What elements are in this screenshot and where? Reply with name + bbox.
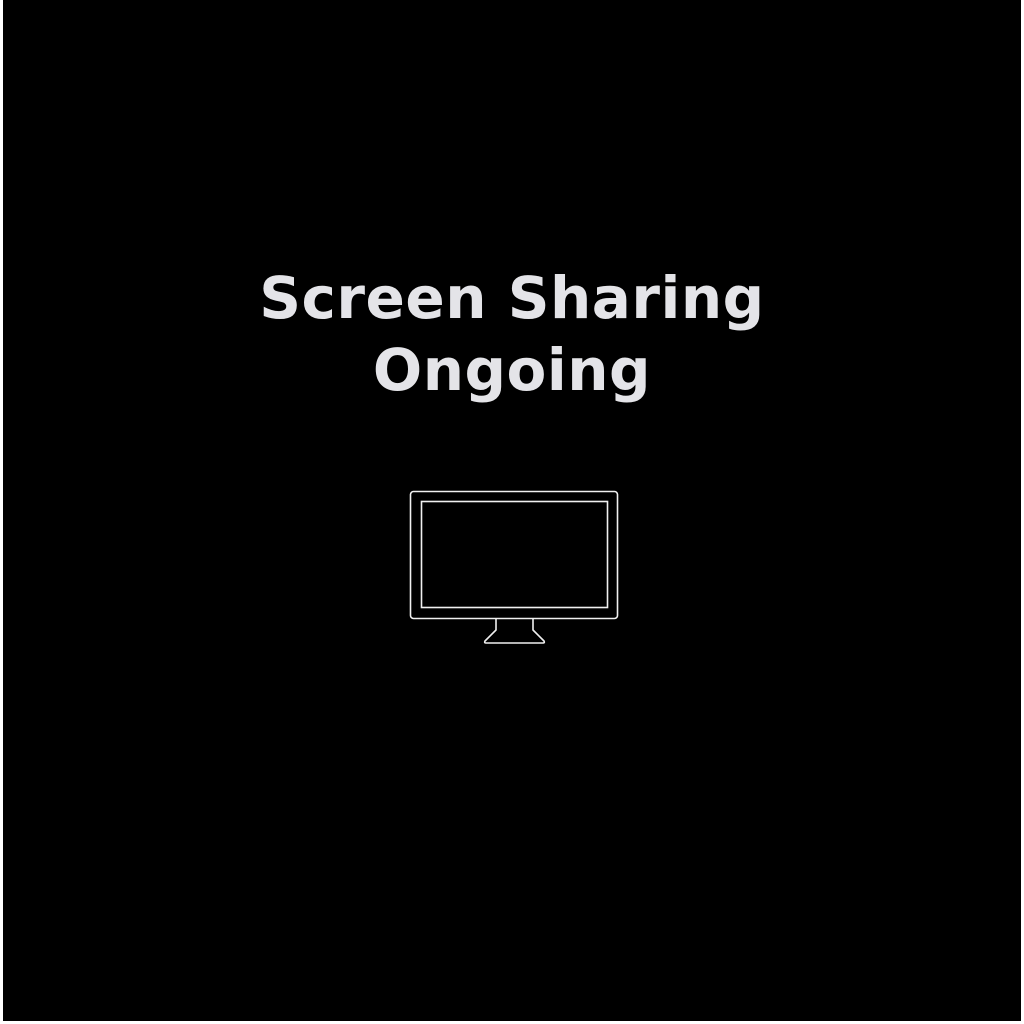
title-line-2: Ongoing xyxy=(372,336,652,404)
title-line-1: Screen Sharing xyxy=(259,264,765,332)
screen-share-overlay: Screen Sharing Ongoing xyxy=(3,0,1021,1021)
screen-sharing-title: Screen Sharing Ongoing xyxy=(3,262,1021,406)
monitor-icon xyxy=(407,489,621,649)
